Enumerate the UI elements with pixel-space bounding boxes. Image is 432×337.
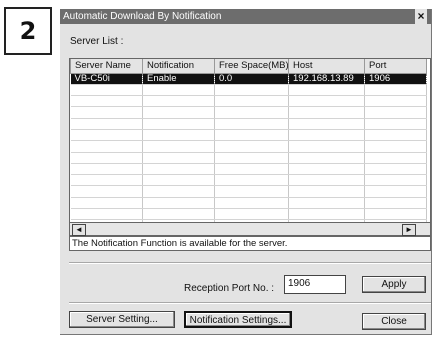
notification-settings-button[interactable]: Notification Settings... — [184, 311, 292, 328]
table-row-empty — [70, 163, 427, 176]
divider — [69, 262, 431, 264]
server-list-table[interactable]: Server Name Notification Free Space(MB) … — [69, 58, 431, 236]
apply-button[interactable]: Apply — [362, 276, 426, 293]
status-message: The Notification Function is available f… — [69, 236, 431, 251]
cell-server-name: VB-C50i — [70, 73, 143, 85]
table-row-empty — [70, 118, 427, 130]
column-header-host[interactable]: Host — [288, 59, 365, 74]
server-list-label: Server List : — [70, 36, 124, 47]
cell-host: 192.168.13.89 — [288, 73, 365, 85]
cell-notification: Enable — [142, 73, 215, 85]
dialog-window: Automatic Download By Notification × Ser… — [60, 9, 432, 335]
table-row-empty — [70, 84, 427, 97]
table-row[interactable]: VB-C50i Enable 0.0 192.168.13.89 1906 — [70, 73, 427, 85]
column-header-server-name[interactable]: Server Name — [70, 59, 143, 74]
horizontal-scrollbar[interactable]: ◄ ► — [69, 222, 431, 236]
scroll-right-arrow-icon[interactable]: ► — [402, 224, 416, 236]
column-header-port[interactable]: Port — [364, 59, 427, 74]
table-row-empty — [70, 95, 427, 108]
table-row-empty — [70, 185, 427, 198]
title-bar: Automatic Download By Notification — [60, 9, 431, 24]
cell-port: 1906 — [364, 73, 427, 85]
cell-free-space: 0.0 — [214, 73, 289, 85]
table-row-empty — [70, 174, 427, 187]
close-icon[interactable]: × — [415, 9, 427, 24]
step-number-badge: 2 — [4, 7, 52, 55]
table-row-empty — [70, 197, 427, 210]
column-header-notification[interactable]: Notification — [142, 59, 215, 74]
divider — [69, 302, 431, 304]
reception-port-input[interactable]: 1906 — [284, 275, 346, 294]
scroll-left-arrow-icon[interactable]: ◄ — [72, 224, 86, 236]
table-row-empty — [70, 152, 427, 164]
table-row-empty — [70, 208, 427, 221]
close-button[interactable]: Close — [362, 313, 426, 330]
window-title: Automatic Download By Notification — [63, 11, 222, 22]
column-header-free-space[interactable]: Free Space(MB) — [214, 59, 289, 74]
table-row-empty — [70, 140, 427, 153]
server-setting-button[interactable]: Server Setting... — [69, 311, 175, 328]
table-row-empty — [70, 106, 427, 119]
reception-port-label: Reception Port No. : — [184, 283, 275, 294]
table-row-empty — [70, 129, 427, 142]
table-header-row: Server Name Notification Free Space(MB) … — [70, 59, 427, 74]
